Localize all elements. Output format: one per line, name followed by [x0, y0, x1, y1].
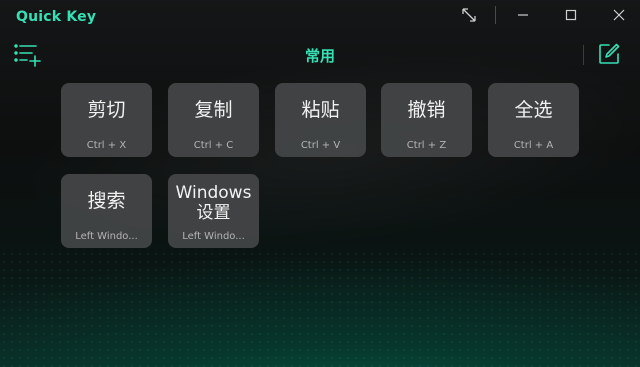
page-title: 常用	[304, 47, 335, 65]
key-name: 复制	[194, 99, 233, 121]
key-card-copy[interactable]: 复制 Ctrl + C	[168, 83, 259, 157]
key-card-search[interactable]: 搜索 Left Windo...	[61, 174, 152, 248]
key-name-line1: Windows	[175, 183, 252, 203]
key-name: 粘贴	[301, 99, 340, 121]
key-card-cut[interactable]: 剪切 Ctrl + X	[61, 83, 152, 157]
key-name: Windows 设置	[168, 183, 259, 223]
background-dot-pattern	[0, 250, 640, 367]
key-shortcut: Ctrl + A	[513, 140, 554, 151]
key-shortcut: Ctrl + Z	[406, 140, 447, 151]
header-divider	[583, 45, 584, 65]
close-button[interactable]	[596, 0, 640, 30]
key-card-undo[interactable]: 撤销 Ctrl + Z	[381, 83, 472, 157]
key-name: 撤销	[407, 99, 446, 121]
key-card-select-all[interactable]: 全选 Ctrl + A	[488, 83, 579, 157]
key-card-windows-settings[interactable]: Windows 设置 Left Windo...	[168, 174, 259, 248]
key-name-line2: 设置	[196, 203, 231, 223]
close-icon	[613, 9, 625, 21]
app-title: Quick Key	[16, 9, 97, 25]
key-shortcut: Ctrl + C	[193, 140, 234, 151]
minimize-icon	[518, 14, 528, 16]
titlebar-divider	[495, 6, 496, 24]
key-name: 剪切	[87, 99, 126, 121]
key-shortcut: Ctrl + V	[300, 140, 341, 151]
key-shortcut: Left Windo...	[182, 231, 245, 242]
maximize-icon	[565, 9, 577, 21]
expand-icon	[462, 8, 476, 22]
key-name: 搜索	[87, 190, 126, 212]
key-shortcut: Left Windo...	[75, 231, 138, 242]
edit-icon	[599, 43, 620, 64]
expand-button[interactable]	[446, 0, 492, 30]
maximize-button[interactable]	[548, 0, 594, 30]
key-shortcut: Ctrl + X	[86, 140, 127, 151]
edit-button[interactable]	[597, 42, 621, 66]
minimize-button[interactable]	[500, 0, 546, 30]
key-name: 全选	[514, 99, 553, 121]
key-card-paste[interactable]: 粘贴 Ctrl + V	[275, 83, 366, 157]
